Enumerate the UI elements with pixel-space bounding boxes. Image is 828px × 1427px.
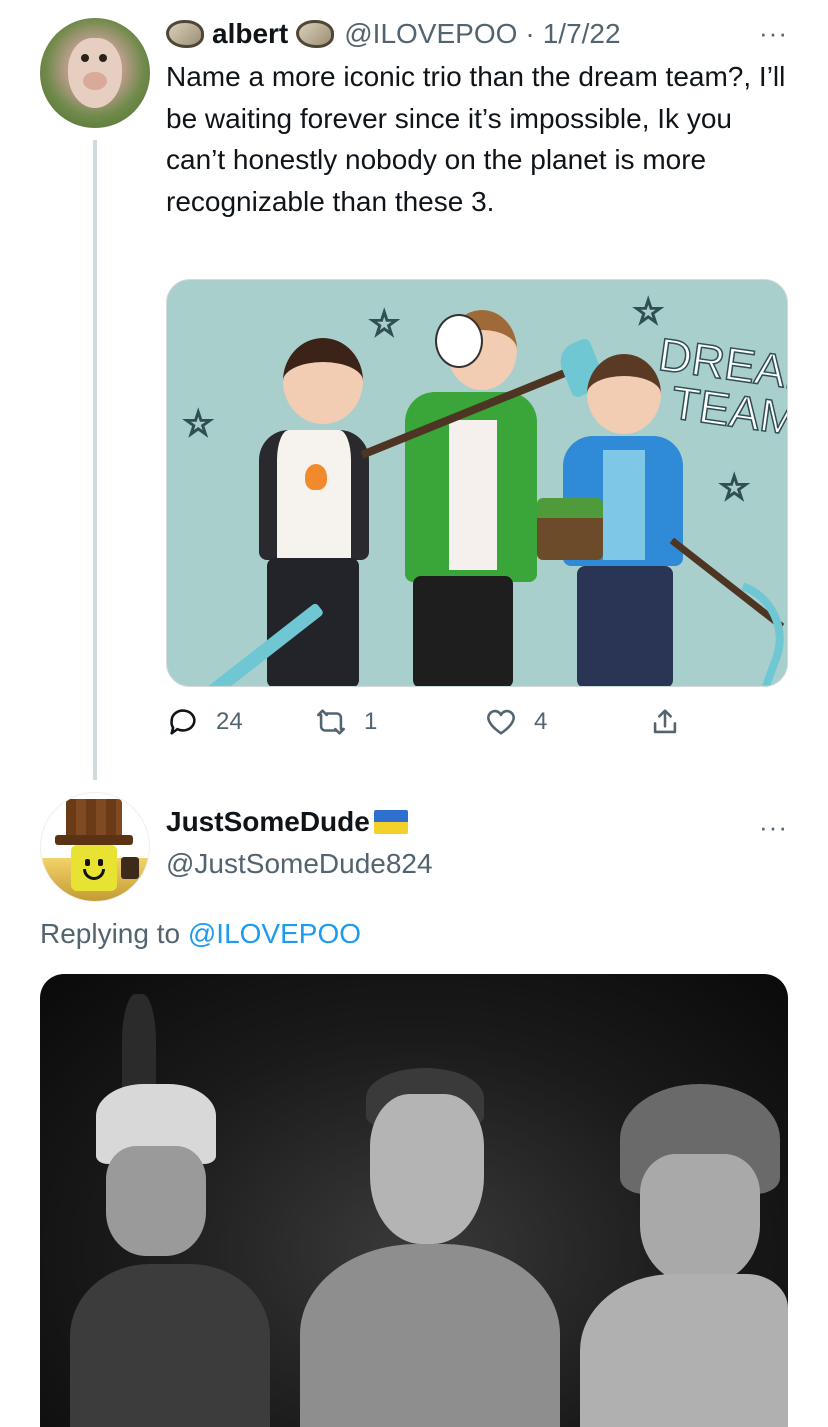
user-handle[interactable]: @JustSomeDude824 — [166, 848, 433, 880]
reply-icon — [170, 709, 196, 735]
user-handle[interactable]: @ILOVEPOO — [344, 18, 517, 50]
tweet-reply: JustSomeDude ··· @JustSomeDude824 Replyi… — [0, 780, 828, 1427]
avatar-eye-left — [81, 54, 89, 62]
body-left — [70, 1264, 270, 1427]
avatar-hat — [66, 799, 122, 839]
body-right — [580, 1274, 788, 1427]
tweet-header: albert @ILOVEPOO · 1/7/22 — [166, 16, 621, 52]
replying-prefix: Replying to — [40, 918, 181, 949]
more-options-icon[interactable]: ··· — [759, 18, 788, 49]
avatar-justsomedude[interactable] — [40, 792, 150, 902]
like-icon — [487, 709, 515, 735]
star-doodle-icon: ☆ — [632, 292, 665, 332]
face-left — [106, 1146, 206, 1256]
replying-mention-link[interactable]: @ILOVEPOO — [188, 918, 361, 949]
dream-team-lettering: DREAM TEAM — [649, 327, 787, 446]
ukraine-flag-icon — [373, 810, 408, 834]
tweet-header: JustSomeDude — [166, 806, 408, 838]
display-name[interactable]: albert — [212, 18, 288, 50]
more-options-icon[interactable]: ··· — [759, 812, 788, 843]
oyster-emoji-icon — [166, 20, 204, 48]
tweet-actions: 24 1 4 — [166, 700, 726, 744]
like-count: 4 — [534, 708, 548, 735]
display-name[interactable]: JustSomeDude — [166, 806, 370, 838]
face-right — [640, 1154, 760, 1284]
oyster-emoji-icon — [296, 20, 335, 48]
avatar-pipe — [121, 857, 139, 879]
retweet-count: 1 — [364, 708, 378, 735]
tweet-image-historical-photo[interactable] — [40, 974, 788, 1427]
separator-dot: · — [525, 18, 535, 49]
avatar-face — [71, 845, 117, 891]
avatar-albert[interactable] — [40, 18, 150, 128]
share-icon — [653, 709, 677, 734]
avatar-snout — [83, 72, 107, 90]
like-button[interactable]: 4 — [484, 700, 547, 744]
tweet-date[interactable]: 1/7/22 — [543, 18, 621, 50]
reply-count: 24 — [216, 708, 243, 735]
face-middle — [370, 1094, 484, 1244]
star-doodle-icon: ☆ — [182, 404, 215, 444]
share-button[interactable] — [648, 700, 698, 744]
retweet-button[interactable]: 1 — [314, 700, 377, 744]
thread-line — [93, 140, 97, 780]
tweet-original: albert @ILOVEPOO · 1/7/22 ··· Name a mor… — [0, 0, 828, 780]
reply-button[interactable]: 24 — [166, 700, 243, 744]
body-middle — [300, 1244, 560, 1427]
retweet-icon — [316, 709, 346, 735]
tweet-image-dream-team[interactable]: ☆ ☆ ☆ ☆ DREAM TEAM — [166, 279, 788, 687]
star-doodle-icon: ☆ — [368, 304, 401, 344]
avatar-hat-brim — [55, 835, 133, 845]
star-doodle-icon: ☆ — [718, 468, 751, 508]
replying-to: Replying to @ILOVEPOO — [40, 918, 361, 950]
avatar-eye-right — [99, 54, 107, 62]
tweet-text: Name a more iconic trio than the dream t… — [166, 61, 786, 217]
